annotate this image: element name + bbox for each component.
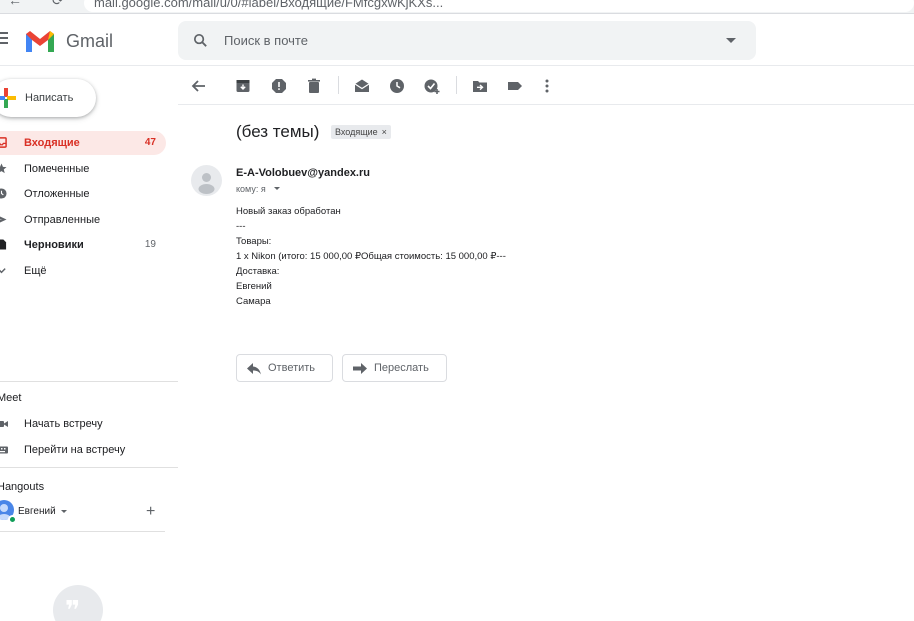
main-menu-icon[interactable]: [0, 32, 8, 47]
meet-start-meeting[interactable]: Начать встречу: [0, 413, 170, 435]
search-options-icon[interactable]: [726, 38, 736, 43]
body-line: ---: [236, 221, 246, 232]
hangouts-empty-icon: ❞: [53, 585, 103, 621]
app-name: Gmail: [66, 31, 114, 51]
body-line: Самара: [236, 296, 271, 307]
sidebar-item-label: Отложенные: [24, 188, 90, 200]
sidebar-item-label: Отправленные: [24, 214, 101, 226]
sidebar-item-label: Входящие: [24, 137, 80, 149]
reply-button[interactable]: Ответить: [236, 354, 333, 382]
sender-avatar[interactable]: [191, 165, 222, 196]
user-silhouette-icon: [198, 173, 215, 194]
hangouts-user-name[interactable]: Евгений: [18, 506, 56, 517]
message-toolbar: [178, 66, 914, 105]
show-details-icon[interactable]: [274, 187, 280, 190]
add-to-tasks-icon[interactable]: [423, 77, 441, 95]
reply-label: Ответить: [268, 362, 316, 374]
message-label-chip[interactable]: Входящие ×: [331, 125, 391, 139]
report-spam-icon[interactable]: [270, 77, 288, 95]
sidebar-item-label: Помеченные: [24, 163, 90, 175]
toolbar-separator: [338, 76, 339, 94]
send-icon: [0, 216, 7, 223]
reply-icon: [247, 363, 261, 375]
compose-label: Написать: [25, 92, 74, 104]
hangouts-status-dropdown-icon[interactable]: [61, 510, 67, 513]
toolbar-separator: [456, 76, 457, 94]
meet-join-meeting[interactable]: Перейти на встречу: [0, 439, 170, 461]
sidebar-item-sent[interactable]: Отправленные: [0, 208, 166, 232]
body-line: Товары:: [236, 236, 272, 247]
sidebar-item-more[interactable]: Ещё: [0, 259, 166, 283]
sidebar-divider: [0, 381, 178, 382]
compose-button[interactable]: Написать: [0, 79, 96, 117]
video-camera-icon: [0, 421, 8, 427]
search-input[interactable]: Поиск в почте: [224, 33, 308, 48]
remove-label-icon[interactable]: ×: [382, 127, 387, 137]
forward-button[interactable]: Переслать: [342, 354, 447, 382]
meet-section-title: Meet: [0, 392, 22, 404]
draft-icon: [0, 239, 7, 250]
meet-join-label: Перейти на встречу: [24, 444, 126, 456]
search-bar[interactable]: Поиск в почте: [178, 21, 756, 60]
sidebar-item-label: Черновики: [24, 239, 84, 251]
move-to-icon[interactable]: [471, 77, 489, 95]
inbox-icon: [0, 137, 7, 148]
unread-count: 47: [144, 137, 156, 148]
sidebar-item-label: Ещё: [24, 265, 47, 277]
body-line: Евгений: [236, 281, 272, 292]
back-arrow-icon[interactable]: [190, 77, 208, 95]
sidebar-item-snoozed[interactable]: Отложенные: [0, 182, 166, 206]
sidebar-item-starred[interactable]: Помеченные: [0, 157, 166, 181]
meet-start-label: Начать встречу: [24, 418, 103, 430]
delete-icon[interactable]: [305, 77, 323, 95]
body-line: Новый заказ обработан: [236, 206, 341, 217]
chevron-down-icon: [0, 268, 6, 274]
sidebar-item-drafts[interactable]: Черновики 19: [0, 233, 166, 257]
sidebar-divider: [0, 467, 178, 468]
browser-url-field[interactable]: mail.google.com/mail/u/0/#label/Входящие…: [84, 0, 914, 12]
message-subject: (без темы): [236, 122, 320, 141]
drafts-count: 19: [144, 239, 156, 250]
recipient-line: кому: я: [236, 184, 266, 194]
gmail-logo-icon[interactable]: [24, 30, 56, 54]
search-icon[interactable]: [192, 32, 209, 49]
sidebar-divider: [0, 531, 165, 532]
browser-reload-icon[interactable]: ⟳: [52, 0, 64, 9]
hangouts-section-title: Hangouts: [0, 481, 45, 493]
snooze-icon[interactable]: [388, 77, 406, 95]
forward-icon: [353, 363, 367, 374]
browser-address-bar: ← ⟳ mail.google.com/mail/u/0/#label/Вход…: [0, 0, 914, 14]
star-icon: [0, 163, 7, 174]
sender-address: E-A-Volobuev@yandex.ru: [236, 167, 370, 179]
forward-label: Переслать: [374, 362, 429, 374]
compose-plus-icon: [0, 88, 16, 108]
label-chip-text: Входящие: [335, 127, 378, 137]
keyboard-icon: [0, 446, 8, 454]
browser-back-icon[interactable]: ←: [8, 0, 22, 8]
sidebar-item-inbox[interactable]: Входящие 47: [0, 131, 166, 155]
more-icon[interactable]: [538, 77, 556, 95]
online-status-indicator: [8, 515, 17, 524]
app-header: Gmail Поиск в почте: [0, 14, 914, 66]
archive-icon[interactable]: [234, 77, 252, 95]
body-line: Доставка:: [236, 266, 280, 277]
new-conversation-icon[interactable]: +: [146, 503, 155, 521]
body-line: 1 x Nikon (итого: 15 000,00 ₽Общая стоим…: [236, 251, 506, 262]
label-icon[interactable]: [506, 77, 524, 95]
clock-icon: [0, 188, 7, 199]
mark-unread-icon[interactable]: [353, 77, 371, 95]
